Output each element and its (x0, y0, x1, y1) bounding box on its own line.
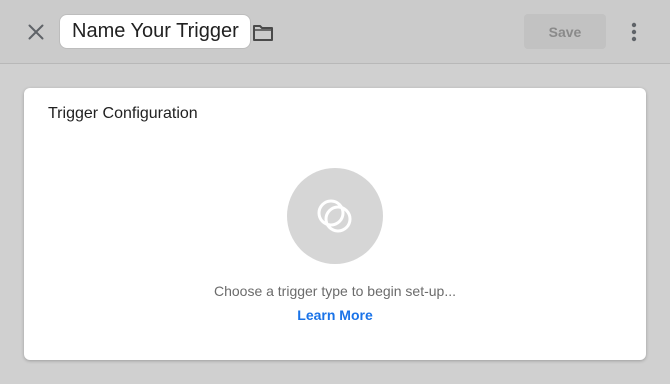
top-bar: Name Your Trigger Save (0, 0, 670, 64)
save-button[interactable]: Save (524, 14, 606, 49)
trigger-name-input[interactable]: Name Your Trigger (59, 14, 251, 49)
choose-trigger-type-button[interactable] (287, 168, 383, 264)
trigger-type-icon (317, 199, 352, 233)
choose-trigger-prompt: Choose a trigger type to begin set-up... (213, 283, 457, 299)
folder-icon (253, 25, 273, 41)
learn-more-row: Learn More (24, 307, 646, 323)
more-options-button[interactable] (622, 19, 646, 45)
learn-more-link[interactable]: Learn More (297, 307, 372, 323)
trigger-configuration-card[interactable]: Trigger Configuration Choose a trigger t… (24, 88, 646, 360)
folder-button[interactable] (250, 21, 276, 45)
close-icon (28, 24, 44, 40)
more-vertical-icon (631, 22, 637, 42)
card-title: Trigger Configuration (48, 105, 198, 122)
close-button[interactable] (22, 18, 50, 46)
